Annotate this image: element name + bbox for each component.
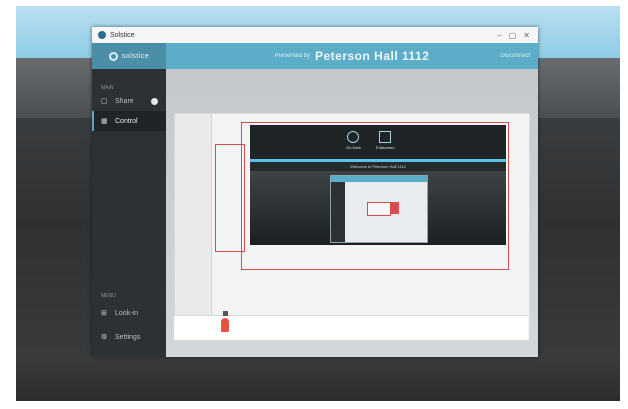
control-icon: ▦ xyxy=(101,118,108,125)
display-stage: Go Dark Fullscreen Welcome to Peterson H… xyxy=(174,113,530,341)
fullscreen-control[interactable]: Fullscreen xyxy=(376,131,394,150)
sidebar-item-label: Look-in xyxy=(115,309,138,317)
circle-icon xyxy=(347,131,360,143)
logo-icon xyxy=(108,51,118,61)
section-label-menu: MENU xyxy=(101,293,116,299)
sidebar-item-settings[interactable]: ⚙ Settings xyxy=(92,327,166,347)
title-bar: Solstice – ▢ ✕ xyxy=(92,27,538,43)
accent-line xyxy=(250,159,506,162)
app-window: Solstice – ▢ ✕ solstice MAIN ▢ Share ▦ C… xyxy=(92,27,538,357)
sidebar-item-label: Control xyxy=(115,117,138,125)
sidebar: solstice MAIN ▢ Share ▦ Control MENU ⊞ L… xyxy=(92,43,166,357)
nested-selection xyxy=(367,202,391,216)
maximize-icon[interactable]: ▢ xyxy=(509,31,517,40)
nested-header xyxy=(331,176,427,182)
header-bar: Presented by Peterson Hall 1112 Disconne… xyxy=(166,43,538,69)
device-bar xyxy=(174,311,528,340)
fullscreen-label: Fullscreen xyxy=(376,145,395,150)
window-title: Solstice xyxy=(110,31,135,39)
share-icon: ▢ xyxy=(101,98,108,105)
fullscreen-icon xyxy=(379,131,392,143)
logo-text: solstice xyxy=(121,52,150,60)
gear-icon: ⚙ xyxy=(101,334,108,341)
close-icon[interactable]: ✕ xyxy=(523,31,530,40)
pin-icon[interactable] xyxy=(221,318,229,332)
welcome-text: Welcome to Peterson Hall 1112 xyxy=(350,164,406,169)
shared-screen-post[interactable]: Go Dark Fullscreen Welcome to Peterson H… xyxy=(250,125,506,245)
sidebar-item-control[interactable]: ▦ Control xyxy=(92,111,166,131)
logo: solstice xyxy=(92,43,166,69)
look-in-icon: ⊞ xyxy=(101,310,107,317)
floor-area xyxy=(16,355,620,401)
sidebar-item-look-in[interactable]: ⊞ Look-in xyxy=(92,303,166,323)
main-content: Go Dark Fullscreen Welcome to Peterson H… xyxy=(166,69,538,357)
position-marker xyxy=(223,311,228,316)
stage-left-strip xyxy=(175,114,212,340)
sidebar-item-share[interactable]: ▢ Share xyxy=(92,91,166,111)
nested-red-block xyxy=(391,202,399,214)
post-toolbar: Go Dark Fullscreen xyxy=(250,125,506,159)
sidebar-item-label: Settings xyxy=(115,333,141,341)
room-name: Peterson Hall 1112 xyxy=(314,49,430,63)
app-icon xyxy=(98,31,106,39)
sidebar-item-label: Share xyxy=(115,97,134,105)
go-dark-label: Go Dark xyxy=(346,145,361,150)
share-badge-icon xyxy=(151,97,158,105)
nested-app-window xyxy=(330,175,428,243)
minimize-icon[interactable]: – xyxy=(497,31,501,40)
go-dark-control[interactable]: Go Dark xyxy=(346,131,361,150)
nested-sidebar xyxy=(331,182,345,242)
presented-by-label: Presented by xyxy=(274,53,310,59)
disconnect-button[interactable]: Disconnect xyxy=(500,53,530,59)
